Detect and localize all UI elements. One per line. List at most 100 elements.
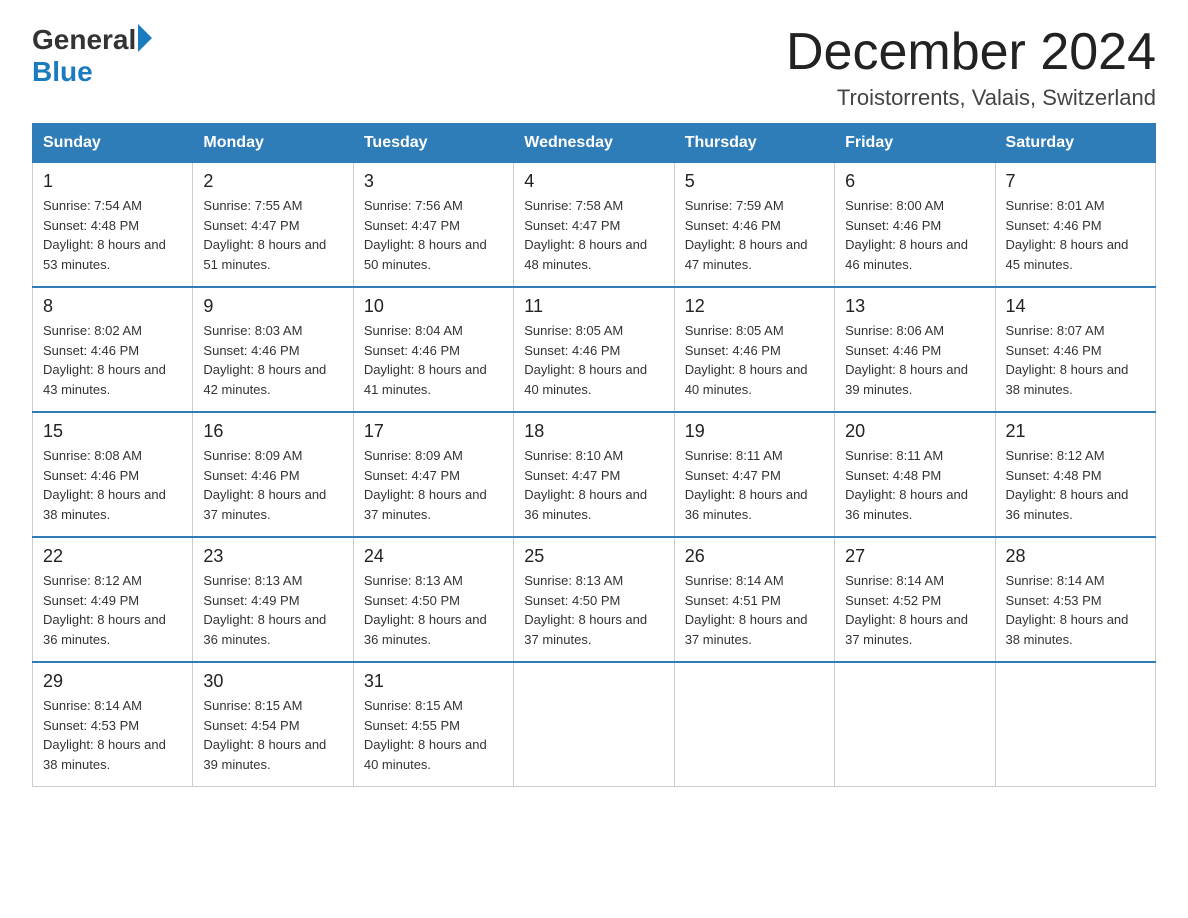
- day-number: 29: [43, 671, 182, 692]
- calendar-cell: 26 Sunrise: 8:14 AMSunset: 4:51 PMDaylig…: [674, 537, 834, 662]
- calendar-header-tuesday: Tuesday: [353, 124, 513, 163]
- day-info: Sunrise: 7:55 AMSunset: 4:47 PMDaylight:…: [203, 196, 342, 274]
- day-number: 5: [685, 171, 824, 192]
- calendar-cell: 11 Sunrise: 8:05 AMSunset: 4:46 PMDaylig…: [514, 287, 674, 412]
- day-number: 10: [364, 296, 503, 317]
- calendar-cell: 30 Sunrise: 8:15 AMSunset: 4:54 PMDaylig…: [193, 662, 353, 787]
- day-info: Sunrise: 8:04 AMSunset: 4:46 PMDaylight:…: [364, 321, 503, 399]
- day-number: 24: [364, 546, 503, 567]
- day-number: 17: [364, 421, 503, 442]
- day-number: 2: [203, 171, 342, 192]
- calendar-cell: 22 Sunrise: 8:12 AMSunset: 4:49 PMDaylig…: [33, 537, 193, 662]
- day-number: 28: [1006, 546, 1145, 567]
- day-number: 3: [364, 171, 503, 192]
- day-info: Sunrise: 8:05 AMSunset: 4:46 PMDaylight:…: [685, 321, 824, 399]
- logo-arrow-icon: [138, 24, 152, 52]
- day-number: 20: [845, 421, 984, 442]
- logo-blue-text: Blue: [32, 56, 93, 87]
- day-info: Sunrise: 8:08 AMSunset: 4:46 PMDaylight:…: [43, 446, 182, 524]
- calendar-cell: 9 Sunrise: 8:03 AMSunset: 4:46 PMDayligh…: [193, 287, 353, 412]
- day-number: 18: [524, 421, 663, 442]
- location-subtitle: Troistorrents, Valais, Switzerland: [786, 85, 1156, 111]
- day-info: Sunrise: 8:15 AMSunset: 4:55 PMDaylight:…: [364, 696, 503, 774]
- calendar-header-thursday: Thursday: [674, 124, 834, 163]
- day-number: 31: [364, 671, 503, 692]
- day-number: 7: [1006, 171, 1145, 192]
- calendar-cell: 25 Sunrise: 8:13 AMSunset: 4:50 PMDaylig…: [514, 537, 674, 662]
- calendar-cell: 31 Sunrise: 8:15 AMSunset: 4:55 PMDaylig…: [353, 662, 513, 787]
- logo-general-text: General: [32, 24, 136, 56]
- day-info: Sunrise: 8:09 AMSunset: 4:46 PMDaylight:…: [203, 446, 342, 524]
- page-header: General Blue December 2024 Troistorrents…: [32, 24, 1156, 111]
- day-info: Sunrise: 8:14 AMSunset: 4:53 PMDaylight:…: [1006, 571, 1145, 649]
- day-number: 26: [685, 546, 824, 567]
- day-number: 15: [43, 421, 182, 442]
- calendar-week-row: 1 Sunrise: 7:54 AMSunset: 4:48 PMDayligh…: [33, 163, 1156, 288]
- calendar-cell: [674, 662, 834, 787]
- title-block: December 2024 Troistorrents, Valais, Swi…: [786, 24, 1156, 111]
- day-number: 6: [845, 171, 984, 192]
- calendar-cell: [835, 662, 995, 787]
- calendar-cell: 5 Sunrise: 7:59 AMSunset: 4:46 PMDayligh…: [674, 163, 834, 288]
- day-info: Sunrise: 8:12 AMSunset: 4:48 PMDaylight:…: [1006, 446, 1145, 524]
- day-info: Sunrise: 8:11 AMSunset: 4:48 PMDaylight:…: [845, 446, 984, 524]
- day-info: Sunrise: 7:59 AMSunset: 4:46 PMDaylight:…: [685, 196, 824, 274]
- calendar-cell: [514, 662, 674, 787]
- calendar-header-saturday: Saturday: [995, 124, 1155, 163]
- day-info: Sunrise: 8:10 AMSunset: 4:47 PMDaylight:…: [524, 446, 663, 524]
- day-number: 16: [203, 421, 342, 442]
- calendar-cell: 19 Sunrise: 8:11 AMSunset: 4:47 PMDaylig…: [674, 412, 834, 537]
- calendar-cell: 7 Sunrise: 8:01 AMSunset: 4:46 PMDayligh…: [995, 163, 1155, 288]
- calendar-cell: 8 Sunrise: 8:02 AMSunset: 4:46 PMDayligh…: [33, 287, 193, 412]
- calendar-cell: 13 Sunrise: 8:06 AMSunset: 4:46 PMDaylig…: [835, 287, 995, 412]
- calendar-header-row: SundayMondayTuesdayWednesdayThursdayFrid…: [33, 124, 1156, 163]
- calendar-cell: 18 Sunrise: 8:10 AMSunset: 4:47 PMDaylig…: [514, 412, 674, 537]
- day-number: 4: [524, 171, 663, 192]
- calendar-cell: 17 Sunrise: 8:09 AMSunset: 4:47 PMDaylig…: [353, 412, 513, 537]
- day-number: 19: [685, 421, 824, 442]
- day-info: Sunrise: 8:14 AMSunset: 4:53 PMDaylight:…: [43, 696, 182, 774]
- day-number: 30: [203, 671, 342, 692]
- calendar-cell: 16 Sunrise: 8:09 AMSunset: 4:46 PMDaylig…: [193, 412, 353, 537]
- day-number: 1: [43, 171, 182, 192]
- day-number: 9: [203, 296, 342, 317]
- calendar-cell: 4 Sunrise: 7:58 AMSunset: 4:47 PMDayligh…: [514, 163, 674, 288]
- calendar-week-row: 15 Sunrise: 8:08 AMSunset: 4:46 PMDaylig…: [33, 412, 1156, 537]
- calendar-cell: 27 Sunrise: 8:14 AMSunset: 4:52 PMDaylig…: [835, 537, 995, 662]
- day-number: 11: [524, 296, 663, 317]
- calendar-header-monday: Monday: [193, 124, 353, 163]
- day-number: 22: [43, 546, 182, 567]
- day-info: Sunrise: 8:13 AMSunset: 4:49 PMDaylight:…: [203, 571, 342, 649]
- calendar-week-row: 29 Sunrise: 8:14 AMSunset: 4:53 PMDaylig…: [33, 662, 1156, 787]
- calendar-cell: 14 Sunrise: 8:07 AMSunset: 4:46 PMDaylig…: [995, 287, 1155, 412]
- day-info: Sunrise: 8:07 AMSunset: 4:46 PMDaylight:…: [1006, 321, 1145, 399]
- day-info: Sunrise: 7:54 AMSunset: 4:48 PMDaylight:…: [43, 196, 182, 274]
- calendar-cell: 1 Sunrise: 7:54 AMSunset: 4:48 PMDayligh…: [33, 163, 193, 288]
- calendar-cell: 28 Sunrise: 8:14 AMSunset: 4:53 PMDaylig…: [995, 537, 1155, 662]
- day-info: Sunrise: 8:05 AMSunset: 4:46 PMDaylight:…: [524, 321, 663, 399]
- calendar-cell: [995, 662, 1155, 787]
- day-info: Sunrise: 8:14 AMSunset: 4:51 PMDaylight:…: [685, 571, 824, 649]
- day-info: Sunrise: 7:58 AMSunset: 4:47 PMDaylight:…: [524, 196, 663, 274]
- calendar-header-friday: Friday: [835, 124, 995, 163]
- calendar-header-wednesday: Wednesday: [514, 124, 674, 163]
- calendar-header-sunday: Sunday: [33, 124, 193, 163]
- calendar-cell: 12 Sunrise: 8:05 AMSunset: 4:46 PMDaylig…: [674, 287, 834, 412]
- calendar-cell: 3 Sunrise: 7:56 AMSunset: 4:47 PMDayligh…: [353, 163, 513, 288]
- day-number: 27: [845, 546, 984, 567]
- day-info: Sunrise: 8:14 AMSunset: 4:52 PMDaylight:…: [845, 571, 984, 649]
- day-number: 12: [685, 296, 824, 317]
- month-title: December 2024: [786, 24, 1156, 81]
- day-info: Sunrise: 8:12 AMSunset: 4:49 PMDaylight:…: [43, 571, 182, 649]
- calendar-week-row: 8 Sunrise: 8:02 AMSunset: 4:46 PMDayligh…: [33, 287, 1156, 412]
- day-info: Sunrise: 7:56 AMSunset: 4:47 PMDaylight:…: [364, 196, 503, 274]
- day-info: Sunrise: 8:02 AMSunset: 4:46 PMDaylight:…: [43, 321, 182, 399]
- day-info: Sunrise: 8:00 AMSunset: 4:46 PMDaylight:…: [845, 196, 984, 274]
- day-info: Sunrise: 8:11 AMSunset: 4:47 PMDaylight:…: [685, 446, 824, 524]
- calendar-cell: 15 Sunrise: 8:08 AMSunset: 4:46 PMDaylig…: [33, 412, 193, 537]
- calendar-table: SundayMondayTuesdayWednesdayThursdayFrid…: [32, 123, 1156, 787]
- day-info: Sunrise: 8:01 AMSunset: 4:46 PMDaylight:…: [1006, 196, 1145, 274]
- day-info: Sunrise: 8:03 AMSunset: 4:46 PMDaylight:…: [203, 321, 342, 399]
- day-number: 14: [1006, 296, 1145, 317]
- day-number: 25: [524, 546, 663, 567]
